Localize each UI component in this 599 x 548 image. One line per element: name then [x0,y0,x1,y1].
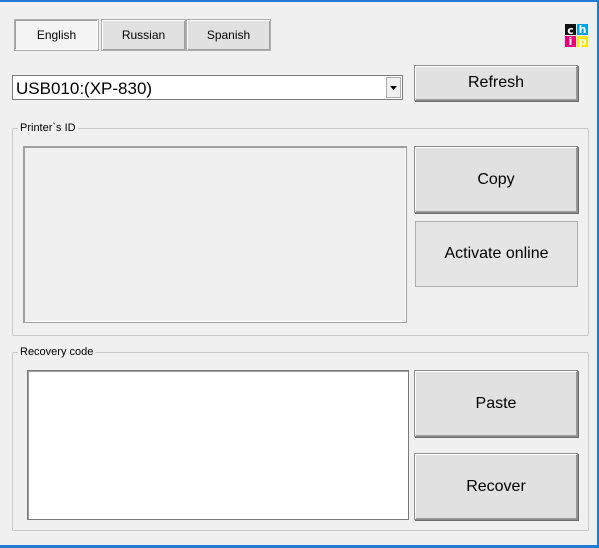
tab-spanish[interactable]: Spanish [186,19,271,51]
paste-button[interactable]: Paste [414,370,578,437]
logo-letter-h: h [577,23,588,36]
printer-select-value: USB010:(XP-830) [16,79,153,98]
printer-id-group-label: Printer`s ID [18,122,78,134]
activate-online-button[interactable]: Activate online [415,221,578,287]
recovery-code-input[interactable] [27,370,409,520]
logo-letter-i: i [565,36,576,47]
recover-button[interactable]: Recover [414,453,578,520]
window-frame-top [0,0,599,2]
printer-select[interactable]: USB010:(XP-830) [12,75,403,100]
logo-letter-c: c [565,24,576,36]
copy-button[interactable]: Copy [414,146,578,213]
logo-letter-p: p [577,35,588,48]
refresh-button[interactable]: Refresh [414,65,578,101]
tab-english[interactable]: English [14,19,99,51]
recovery-code-group-label: Recovery code [18,346,96,358]
printer-id-field[interactable] [23,146,407,323]
chevron-down-icon[interactable] [386,77,401,98]
tab-russian[interactable]: Russian [101,19,186,51]
chip-logo: c h i p [565,24,589,48]
